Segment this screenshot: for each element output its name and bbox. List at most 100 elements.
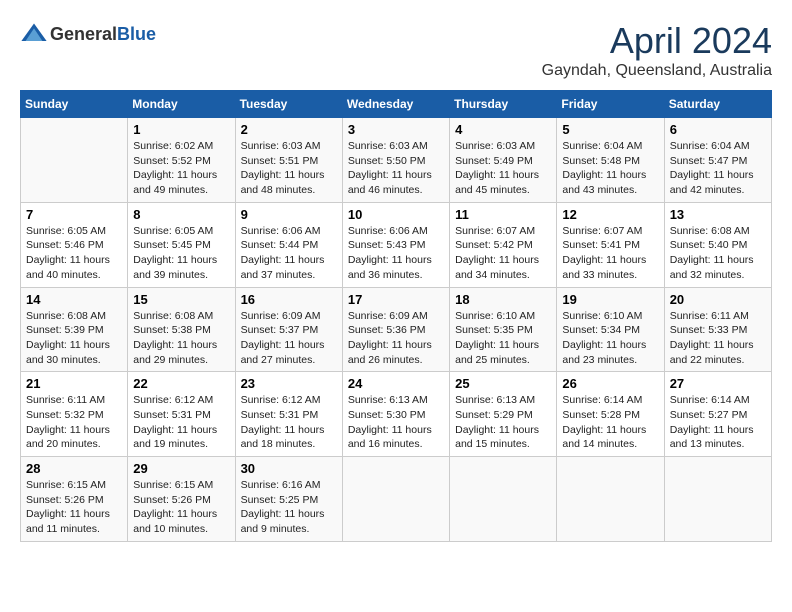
calendar-cell: 30 Sunrise: 6:16 AM Sunset: 5:25 PM Dayli… (235, 457, 342, 542)
calendar-cell: 25Sunrise: 6:13 AM Sunset: 5:29 PM Dayli… (450, 372, 557, 457)
day-number: 24 (348, 376, 444, 391)
header-sunday: Sunday (21, 91, 128, 118)
calendar-week-1: 1 Sunrise: 6:02 AM Sunset: 5:52 PM Daylig… (21, 118, 772, 203)
calendar-cell: 26Sunrise: 6:14 AM Sunset: 5:28 PM Dayli… (557, 372, 664, 457)
day-number: 2 (241, 122, 337, 137)
day-number: 4 (455, 122, 551, 137)
page-header: GeneralBlue April 2024 Gayndah, Queensla… (20, 20, 772, 80)
header-friday: Friday (557, 91, 664, 118)
month-title: April 2024 (542, 20, 772, 62)
day-info: Sunrise: 6:13 AM Sunset: 5:30 PM Dayligh… (348, 393, 444, 452)
title-block: April 2024 Gayndah, Queensland, Australi… (542, 20, 772, 80)
calendar-cell: 16Sunrise: 6:09 AM Sunset: 5:37 PM Dayli… (235, 287, 342, 372)
calendar-cell: 27 Sunrise: 6:14 AM Sunset: 5:27 PM Dayli… (664, 372, 771, 457)
calendar-cell: 20 Sunrise: 6:11 AM Sunset: 5:33 PM Dayli… (664, 287, 771, 372)
calendar-week-2: 7 Sunrise: 6:05 AM Sunset: 5:46 PM Daylig… (21, 202, 772, 287)
calendar-cell (21, 118, 128, 203)
day-info: Sunrise: 6:09 AM Sunset: 5:36 PM Dayligh… (348, 309, 444, 368)
day-info: Sunrise: 6:08 AM Sunset: 5:39 PM Dayligh… (26, 309, 122, 368)
calendar-cell: 15Sunrise: 6:08 AM Sunset: 5:38 PM Dayli… (128, 287, 235, 372)
day-info: Sunrise: 6:16 AM Sunset: 5:25 PM Dayligh… (241, 478, 337, 537)
location-title: Gayndah, Queensland, Australia (542, 62, 772, 80)
day-number: 30 (241, 461, 337, 476)
day-number: 19 (562, 292, 658, 307)
calendar-cell (664, 457, 771, 542)
day-info: Sunrise: 6:05 AM Sunset: 5:46 PM Dayligh… (26, 224, 122, 283)
day-number: 18 (455, 292, 551, 307)
day-info: Sunrise: 6:14 AM Sunset: 5:28 PM Dayligh… (562, 393, 658, 452)
calendar-cell: 13 Sunrise: 6:08 AM Sunset: 5:40 PM Dayli… (664, 202, 771, 287)
day-number: 14 (26, 292, 122, 307)
calendar-cell (450, 457, 557, 542)
day-info: Sunrise: 6:04 AM Sunset: 5:48 PM Dayligh… (562, 139, 658, 198)
day-info: Sunrise: 6:03 AM Sunset: 5:51 PM Dayligh… (241, 139, 337, 198)
day-info: Sunrise: 6:10 AM Sunset: 5:35 PM Dayligh… (455, 309, 551, 368)
calendar-cell: 12Sunrise: 6:07 AM Sunset: 5:41 PM Dayli… (557, 202, 664, 287)
day-info: Sunrise: 6:14 AM Sunset: 5:27 PM Dayligh… (670, 393, 766, 452)
calendar-cell: 1 Sunrise: 6:02 AM Sunset: 5:52 PM Daylig… (128, 118, 235, 203)
calendar-cell: 29Sunrise: 6:15 AM Sunset: 5:26 PM Dayli… (128, 457, 235, 542)
calendar-cell: 7 Sunrise: 6:05 AM Sunset: 5:46 PM Daylig… (21, 202, 128, 287)
day-number: 5 (562, 122, 658, 137)
day-number: 23 (241, 376, 337, 391)
calendar-cell (557, 457, 664, 542)
day-info: Sunrise: 6:07 AM Sunset: 5:41 PM Dayligh… (562, 224, 658, 283)
day-number: 6 (670, 122, 766, 137)
day-number: 21 (26, 376, 122, 391)
calendar-week-4: 21 Sunrise: 6:11 AM Sunset: 5:32 PM Dayli… (21, 372, 772, 457)
day-info: Sunrise: 6:10 AM Sunset: 5:34 PM Dayligh… (562, 309, 658, 368)
calendar-table: SundayMondayTuesdayWednesdayThursdayFrid… (20, 90, 772, 542)
calendar-cell: 11Sunrise: 6:07 AM Sunset: 5:42 PM Dayli… (450, 202, 557, 287)
day-info: Sunrise: 6:03 AM Sunset: 5:50 PM Dayligh… (348, 139, 444, 198)
header-tuesday: Tuesday (235, 91, 342, 118)
day-number: 7 (26, 207, 122, 222)
calendar-cell: 28 Sunrise: 6:15 AM Sunset: 5:26 PM Dayli… (21, 457, 128, 542)
calendar-cell: 19 Sunrise: 6:10 AM Sunset: 5:34 PM Dayli… (557, 287, 664, 372)
day-number: 9 (241, 207, 337, 222)
day-info: Sunrise: 6:15 AM Sunset: 5:26 PM Dayligh… (133, 478, 229, 537)
calendar-cell (342, 457, 449, 542)
header-monday: Monday (128, 91, 235, 118)
day-number: 13 (670, 207, 766, 222)
day-info: Sunrise: 6:06 AM Sunset: 5:44 PM Dayligh… (241, 224, 337, 283)
day-info: Sunrise: 6:11 AM Sunset: 5:33 PM Dayligh… (670, 309, 766, 368)
logo-blue: Blue (117, 24, 156, 44)
calendar-cell: 22 Sunrise: 6:12 AM Sunset: 5:31 PM Dayli… (128, 372, 235, 457)
day-number: 16 (241, 292, 337, 307)
logo: GeneralBlue (20, 20, 156, 48)
day-number: 1 (133, 122, 229, 137)
day-number: 10 (348, 207, 444, 222)
header-saturday: Saturday (664, 91, 771, 118)
day-number: 22 (133, 376, 229, 391)
day-info: Sunrise: 6:12 AM Sunset: 5:31 PM Dayligh… (133, 393, 229, 452)
calendar-cell: 9 Sunrise: 6:06 AM Sunset: 5:44 PM Daylig… (235, 202, 342, 287)
day-number: 3 (348, 122, 444, 137)
day-number: 15 (133, 292, 229, 307)
calendar-cell: 8Sunrise: 6:05 AM Sunset: 5:45 PM Daylig… (128, 202, 235, 287)
calendar-cell: 5 Sunrise: 6:04 AM Sunset: 5:48 PM Daylig… (557, 118, 664, 203)
calendar-cell: 14 Sunrise: 6:08 AM Sunset: 5:39 PM Dayli… (21, 287, 128, 372)
day-info: Sunrise: 6:06 AM Sunset: 5:43 PM Dayligh… (348, 224, 444, 283)
day-number: 20 (670, 292, 766, 307)
calendar-cell: 3 Sunrise: 6:03 AM Sunset: 5:50 PM Daylig… (342, 118, 449, 203)
calendar-cell: 23 Sunrise: 6:12 AM Sunset: 5:31 PM Dayli… (235, 372, 342, 457)
calendar-cell: 18 Sunrise: 6:10 AM Sunset: 5:35 PM Dayli… (450, 287, 557, 372)
day-info: Sunrise: 6:11 AM Sunset: 5:32 PM Dayligh… (26, 393, 122, 452)
day-info: Sunrise: 6:08 AM Sunset: 5:40 PM Dayligh… (670, 224, 766, 283)
logo-text: GeneralBlue (50, 24, 156, 45)
calendar-cell: 21 Sunrise: 6:11 AM Sunset: 5:32 PM Dayli… (21, 372, 128, 457)
day-number: 11 (455, 207, 551, 222)
calendar-cell: 2 Sunrise: 6:03 AM Sunset: 5:51 PM Daylig… (235, 118, 342, 203)
day-number: 27 (670, 376, 766, 391)
calendar-week-5: 28 Sunrise: 6:15 AM Sunset: 5:26 PM Dayli… (21, 457, 772, 542)
calendar-cell: 4 Sunrise: 6:03 AM Sunset: 5:49 PM Daylig… (450, 118, 557, 203)
day-info: Sunrise: 6:03 AM Sunset: 5:49 PM Dayligh… (455, 139, 551, 198)
day-number: 8 (133, 207, 229, 222)
day-number: 25 (455, 376, 551, 391)
day-info: Sunrise: 6:15 AM Sunset: 5:26 PM Dayligh… (26, 478, 122, 537)
day-number: 28 (26, 461, 122, 476)
day-info: Sunrise: 6:12 AM Sunset: 5:31 PM Dayligh… (241, 393, 337, 452)
calendar-cell: 24 Sunrise: 6:13 AM Sunset: 5:30 PM Dayli… (342, 372, 449, 457)
day-info: Sunrise: 6:04 AM Sunset: 5:47 PM Dayligh… (670, 139, 766, 198)
day-info: Sunrise: 6:02 AM Sunset: 5:52 PM Dayligh… (133, 139, 229, 198)
